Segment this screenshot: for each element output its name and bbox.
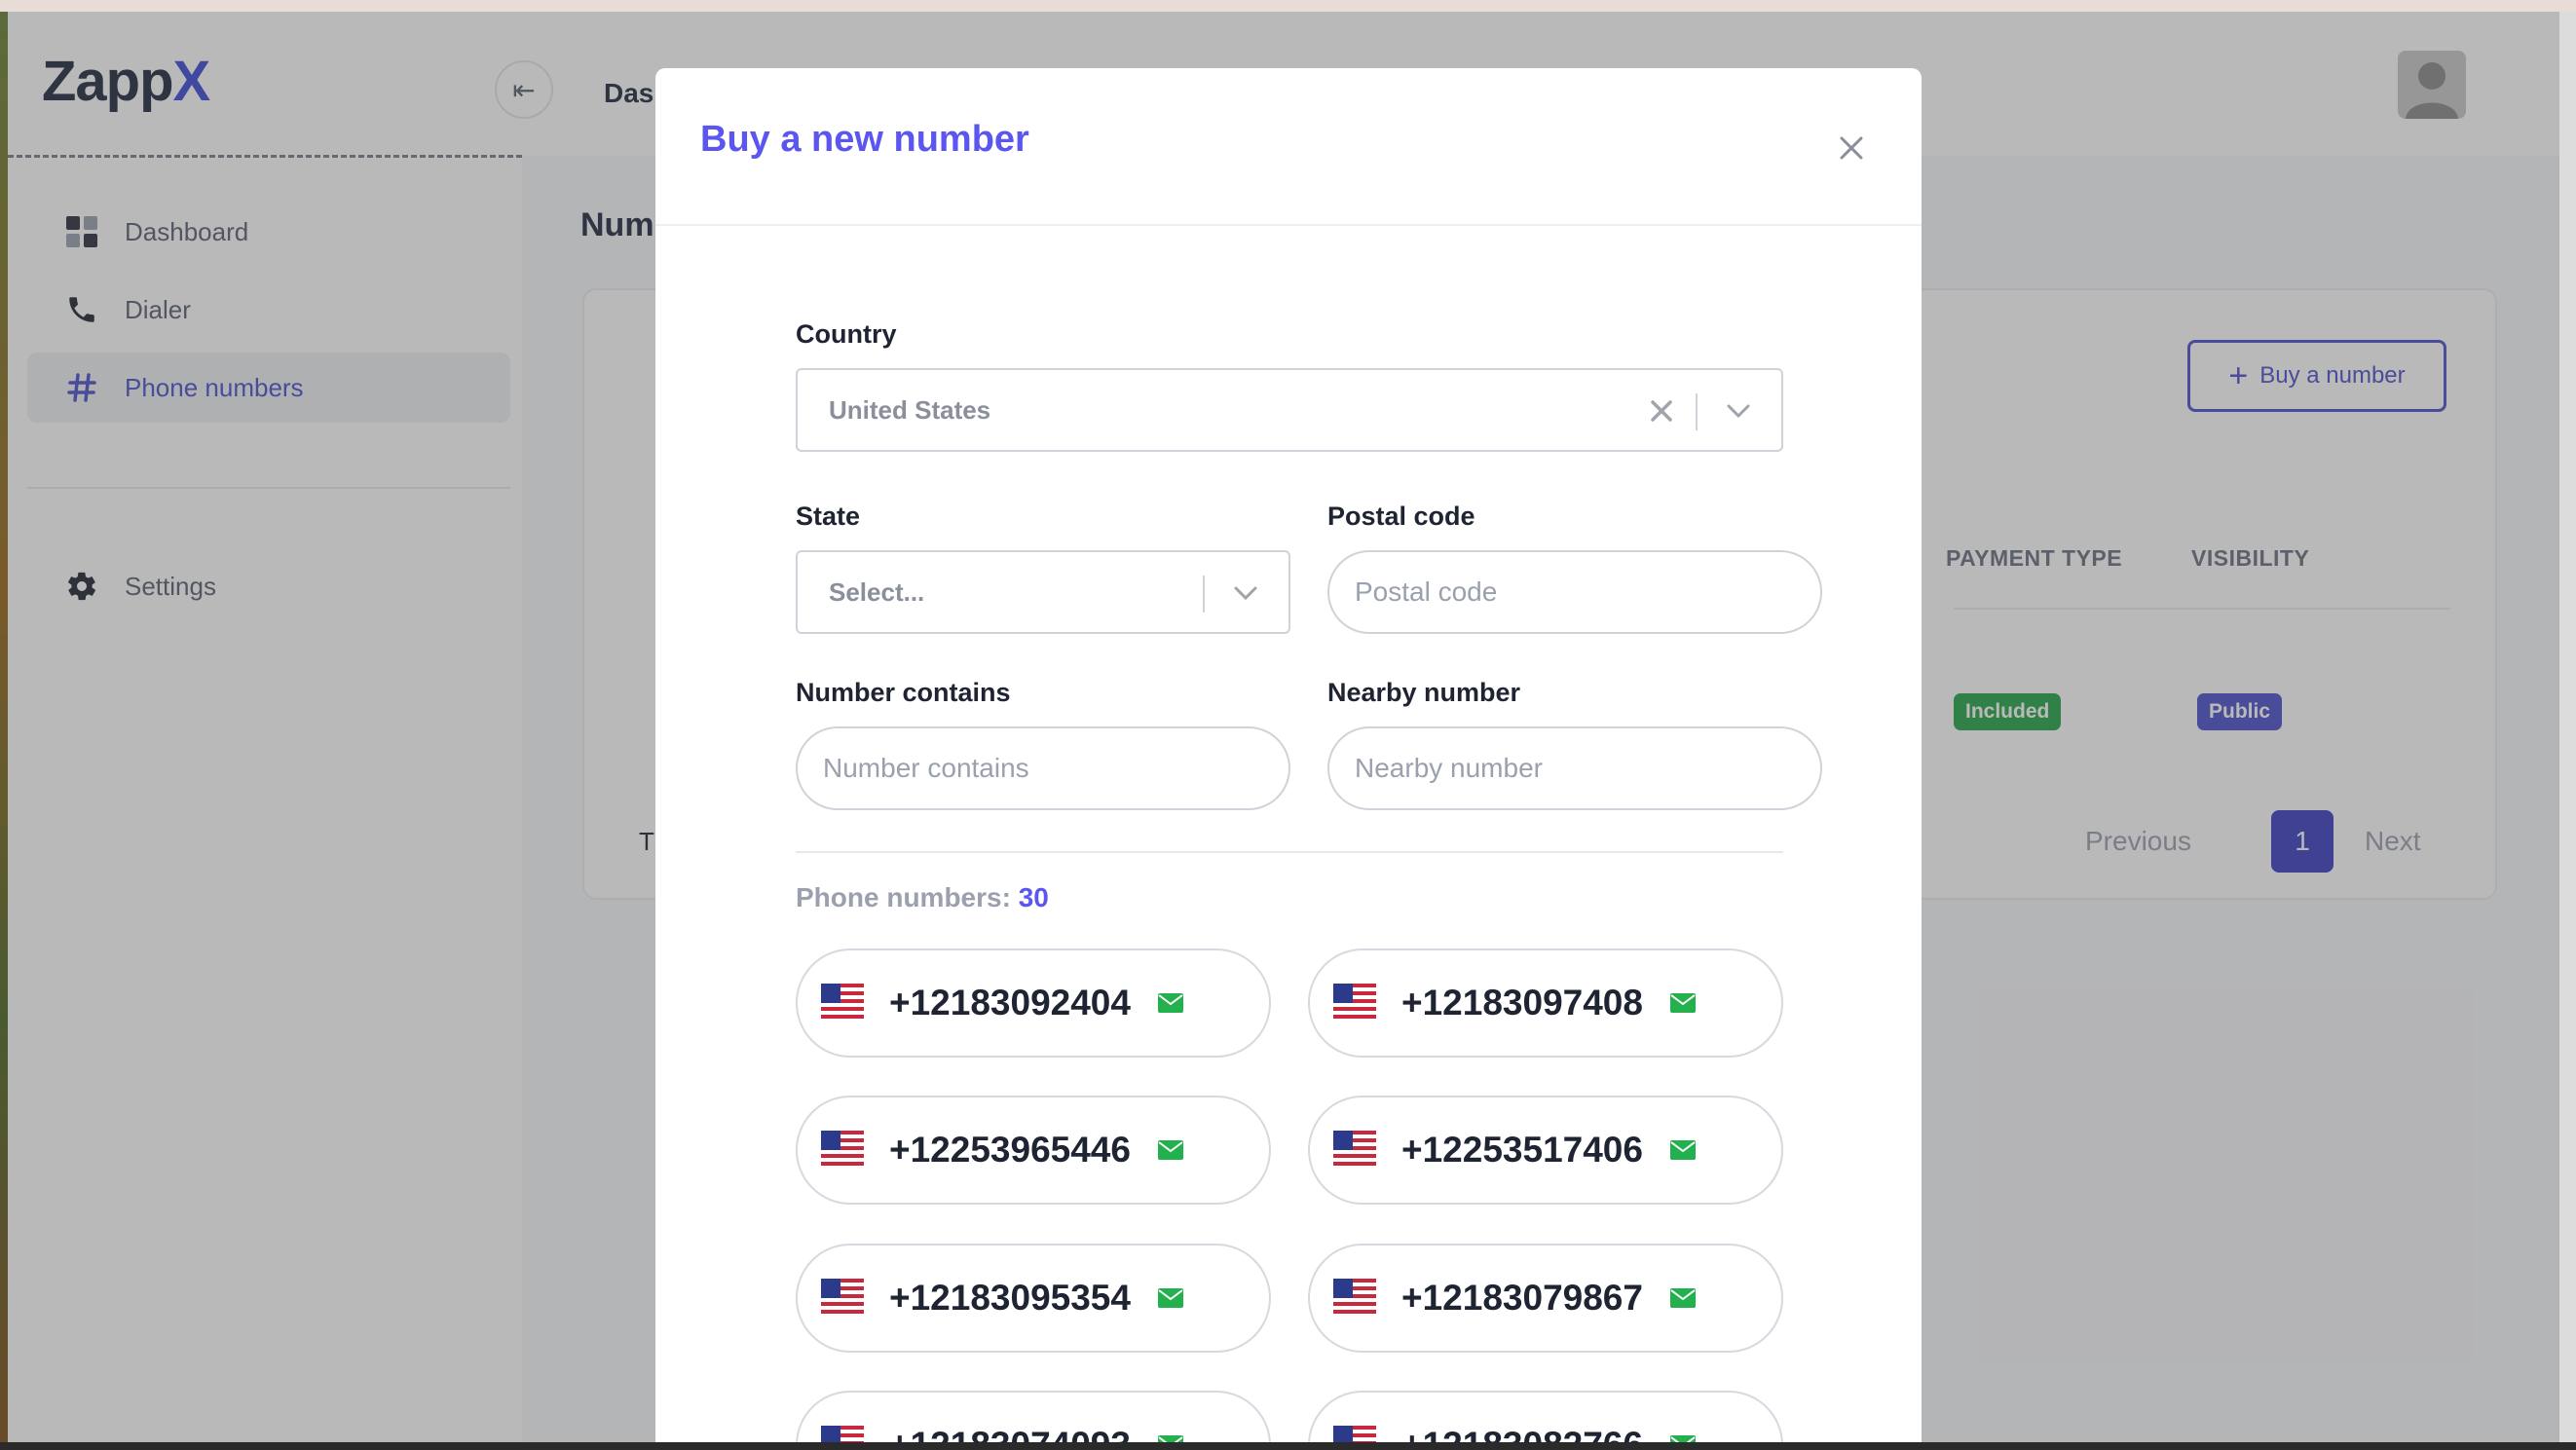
sms-icon (1669, 993, 1696, 1013)
us-flag-icon (821, 984, 864, 1022)
desktop-right-edge (2559, 12, 2576, 1450)
phone-number-option[interactable]: +12183097408 (1308, 948, 1783, 1058)
us-flag-icon (1333, 984, 1376, 1022)
state-select-placeholder: Select... (829, 576, 925, 607)
phone-number-option[interactable]: +12253965446 (796, 1096, 1271, 1205)
country-label: Country (796, 319, 897, 349)
sms-icon (1669, 1288, 1696, 1308)
modal-title: Buy a new number (700, 119, 1029, 160)
us-flag-icon (821, 1426, 864, 1442)
select-separator (1203, 576, 1205, 613)
desktop-bottom-edge (0, 1442, 2576, 1450)
sms-icon (1157, 1288, 1183, 1308)
us-flag-icon (821, 1131, 864, 1170)
phone-number-option[interactable]: +12183092404 (796, 948, 1271, 1058)
close-icon (1840, 136, 1863, 160)
phone-number-option[interactable]: +12183079867 (1308, 1244, 1783, 1353)
buy-number-modal: Buy a new number Country United States S… (655, 68, 1922, 1442)
sms-icon (1157, 993, 1183, 1013)
nearby-number-input[interactable]: Nearby number (1327, 726, 1822, 810)
sms-icon (1669, 1435, 1696, 1442)
chevron-down-icon[interactable] (1232, 583, 1259, 608)
app-window: ZappX Dashboard Dialer Phone numbers Set… (8, 12, 2559, 1442)
desktop-wallpaper-edge (0, 12, 8, 1450)
phone-number-option[interactable]: +12253517406 (1308, 1096, 1783, 1205)
number-contains-input[interactable]: Number contains (796, 726, 1290, 810)
phone-number-option[interactable]: +12183082766 (1308, 1391, 1783, 1442)
us-flag-icon (1333, 1279, 1376, 1318)
postal-code-input[interactable]: Postal code (1327, 550, 1822, 634)
section-divider (796, 851, 1783, 853)
clear-icon[interactable] (1649, 398, 1674, 428)
us-flag-icon (821, 1279, 864, 1318)
sms-icon (1157, 1140, 1183, 1160)
number-contains-label: Number contains (796, 678, 1011, 707)
us-flag-icon (1333, 1426, 1376, 1442)
chevron-down-icon[interactable] (1725, 401, 1752, 426)
nearby-number-label: Nearby number (1327, 678, 1521, 707)
us-flag-icon (1333, 1131, 1376, 1170)
phone-number-option[interactable]: +12183074093 (796, 1391, 1271, 1442)
postal-code-label: Postal code (1327, 502, 1475, 531)
phone-number-option[interactable]: +12183095354 (796, 1244, 1271, 1353)
sms-icon (1157, 1435, 1183, 1442)
sms-icon (1669, 1140, 1696, 1160)
desktop-top-edge (0, 0, 2576, 12)
state-select[interactable]: Select... (796, 550, 1290, 634)
country-select-value: United States (829, 394, 991, 425)
close-button[interactable] (1832, 129, 1871, 167)
modal-header: Buy a new number (655, 68, 1922, 226)
country-select[interactable]: United States (796, 368, 1783, 452)
state-label: State (796, 502, 861, 531)
phone-numbers-count: Phone numbers: 30 (796, 882, 1049, 912)
select-separator (1696, 393, 1698, 430)
